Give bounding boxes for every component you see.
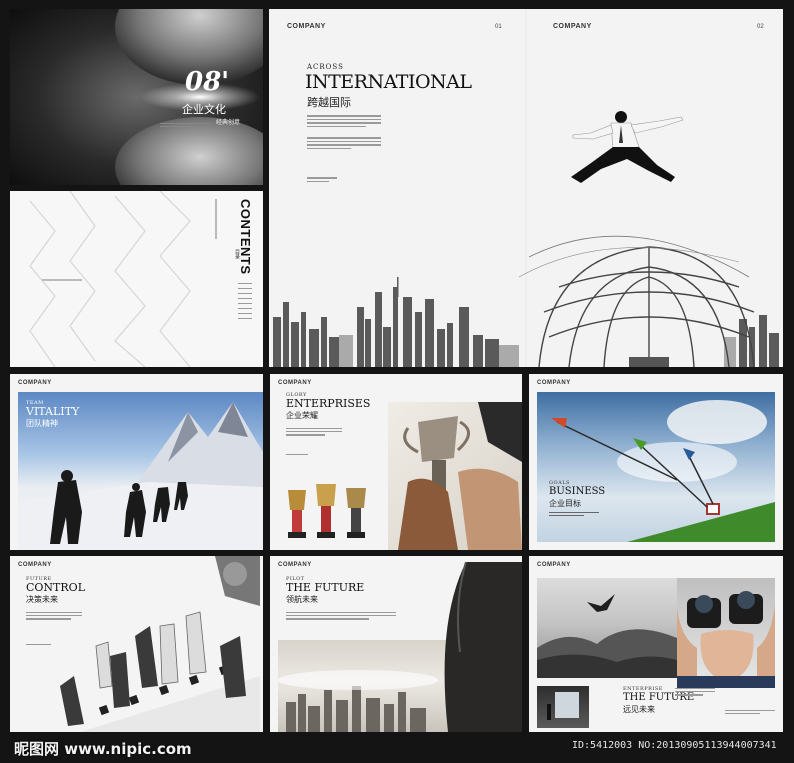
binoculars-man-image	[677, 578, 775, 688]
cover-tagline: 经典创意	[216, 119, 241, 126]
contents-side-text	[215, 199, 217, 239]
trophies-image	[288, 484, 366, 538]
pilot-future-page: COMPANY PILOT THE FUTURE 领航未来	[270, 556, 522, 732]
office-window-image	[537, 686, 589, 728]
cover-number: 08'	[185, 67, 230, 97]
page-header: COMPANY	[537, 380, 571, 386]
page-header: COMPANY	[18, 380, 52, 386]
page-body-text-right	[725, 708, 775, 716]
international-spread: COMPANY 01 COMPANY 02 ACROSS INTERNATION…	[269, 9, 783, 367]
cover-subtitle: 企业文化	[182, 103, 226, 116]
misty-mountains-eagle-image	[537, 578, 677, 678]
chess-pieces-image	[60, 556, 260, 732]
control-page: COMPANY FUTURE CONTROL 决策未来	[10, 556, 263, 732]
page-body-text-left	[675, 686, 715, 698]
page-header: COMPANY	[278, 562, 312, 568]
spread-header-left: COMPANY	[287, 23, 326, 30]
page-body-text	[286, 610, 396, 622]
sky-arrows-target-image	[537, 392, 775, 542]
page-title: BUSINESS	[549, 486, 606, 497]
spread-kicker: ACROSS	[307, 63, 344, 71]
page-title-cn: 企业目标	[549, 499, 581, 508]
spread-body-text	[307, 113, 381, 184]
enterprises-page: COMPANY GLORY ENTERPRISES 企业荣耀	[270, 374, 522, 550]
contents-title: CONTENTS	[238, 199, 253, 275]
page-title: VITALITY	[26, 405, 80, 418]
planet-top-image	[115, 9, 263, 185]
globe-sculpture-image	[518, 235, 755, 367]
page-body-text	[549, 510, 599, 518]
spread-header-right: COMPANY	[553, 23, 592, 30]
contents-note	[42, 279, 82, 281]
vitality-page: COMPANY TEAM VITALITY 团队精神	[10, 374, 263, 550]
spread-title-cn: 跨越国际	[307, 96, 351, 109]
spread-page-left: 01	[495, 24, 502, 30]
cover-text-block	[160, 121, 210, 129]
jumping-businessman-image	[571, 111, 684, 183]
business-page: COMPANY GOALS BUSINESS 企业目标	[529, 374, 783, 550]
page-header: COMPANY	[18, 562, 52, 568]
cover-page: 08' 企业文化 经典创意	[10, 9, 263, 185]
page-title-cn: 企业荣耀	[286, 411, 318, 420]
page-title-cn: 团队精神	[26, 419, 58, 428]
page-title: THE FUTURE	[286, 581, 365, 594]
ship-bow-image	[444, 562, 522, 732]
spread-page-right: 02	[757, 24, 764, 30]
page-title: ENTERPRISES	[286, 397, 371, 410]
contents-page: CONTENTS 目录	[10, 191, 263, 367]
page-header: COMPANY	[537, 562, 571, 568]
contents-list	[238, 279, 252, 323]
spread-title: INTERNATIONAL	[305, 71, 472, 93]
enterprise-future-page: COMPANY ENTERPRISE THE FUTURE 远见未来	[529, 556, 783, 732]
watermark-id: ID:5412003 NO:20130905113944007341	[572, 740, 777, 751]
contents-title-cn: 目录	[234, 249, 240, 259]
page-title-cn: 领航未来	[286, 595, 318, 604]
page-title-cn: 远见未来	[623, 705, 655, 714]
hands-holding-trophy-image	[388, 402, 522, 550]
page-header: COMPANY	[278, 380, 312, 386]
watermark-logo: 昵图网 www.nipic.com	[14, 740, 192, 758]
page-body-text	[286, 426, 342, 457]
